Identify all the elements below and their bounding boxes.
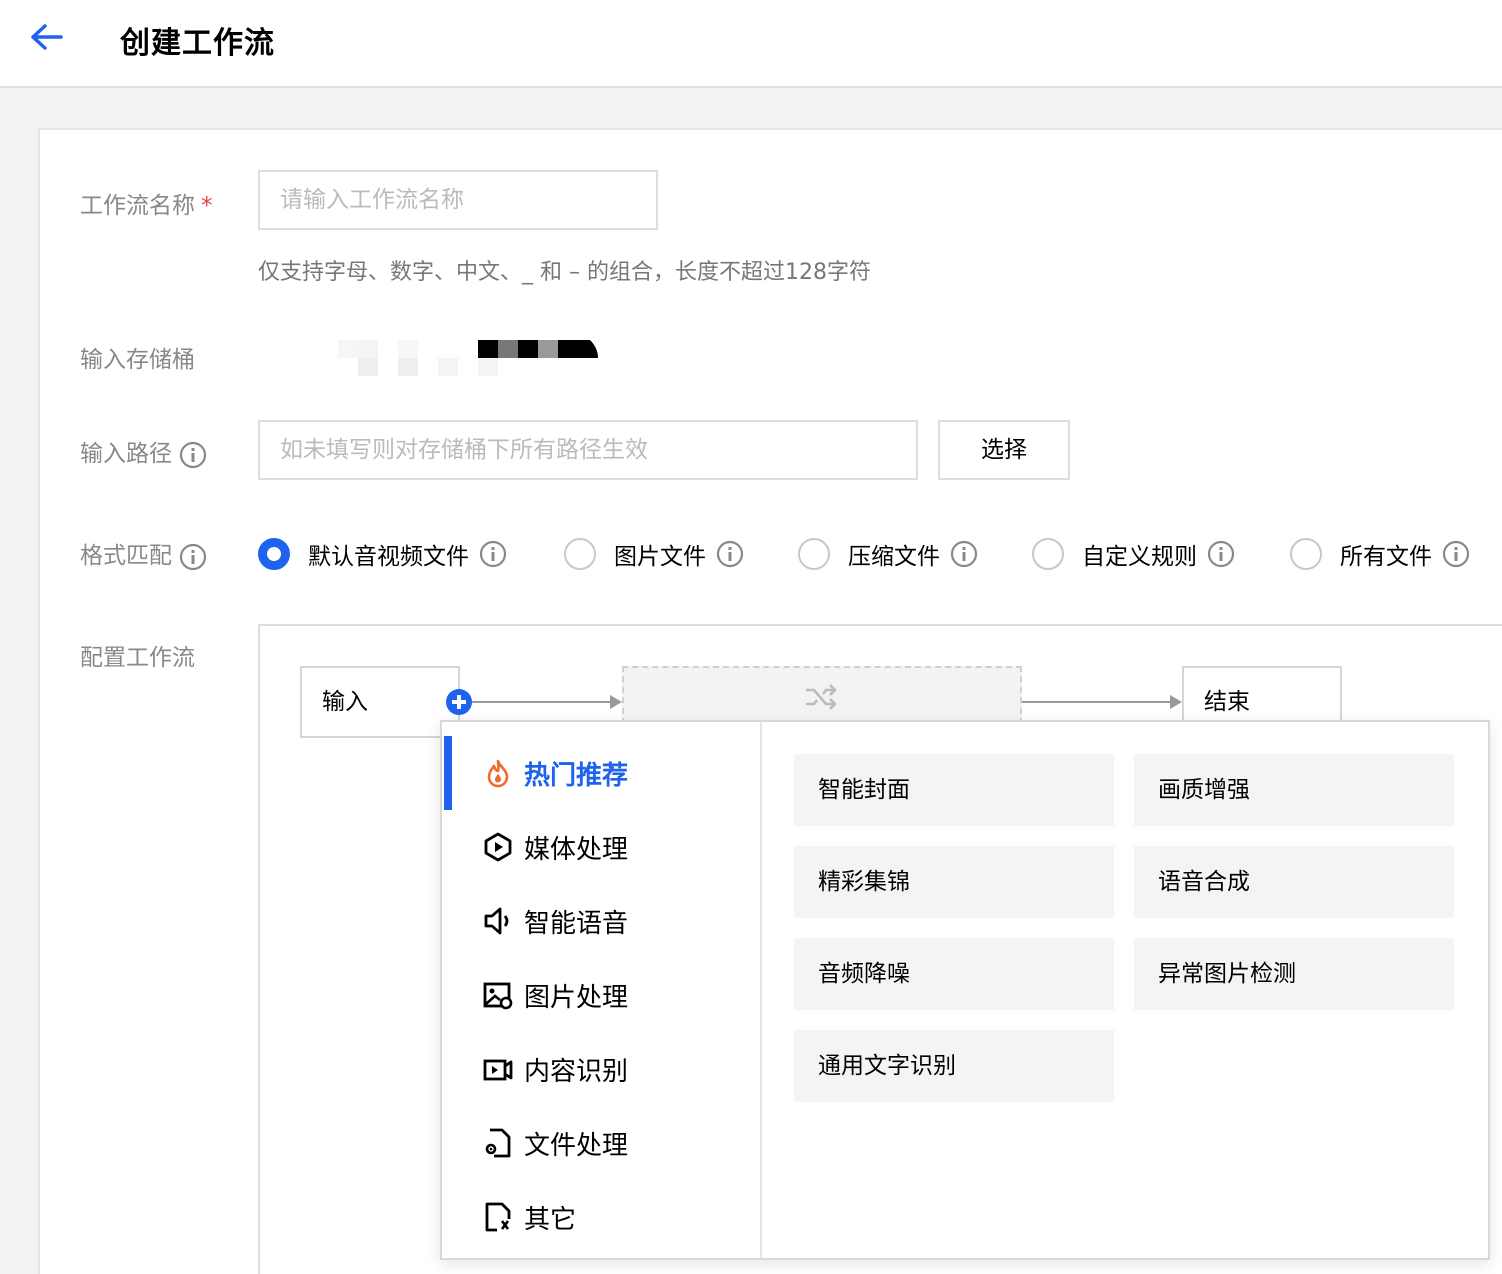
workflow-config-label: 配置工作流 xyxy=(80,645,195,671)
workflow-name-input[interactable]: 请输入工作流名称 xyxy=(258,170,658,230)
connector-line xyxy=(472,701,610,703)
select-path-button[interactable]: 选择 xyxy=(938,420,1070,480)
path-label: 输入路径 xyxy=(80,434,207,469)
back-arrow-icon[interactable] xyxy=(30,22,64,52)
category-label: 智能语音 xyxy=(524,908,629,939)
arrow-head xyxy=(610,695,622,709)
video-icon xyxy=(483,1059,513,1081)
option-smart-cover[interactable]: 智能封面 xyxy=(794,754,1114,826)
speaker-icon xyxy=(484,907,509,935)
info-icon[interactable] xyxy=(716,540,744,568)
input-node[interactable]: 输入 xyxy=(300,666,460,738)
category-other[interactable]: 其它 xyxy=(442,1180,760,1254)
radio-custom-rule[interactable]: 自定义规则 xyxy=(1032,534,1235,574)
fire-icon xyxy=(487,759,509,788)
radio-label: 压缩文件 xyxy=(848,544,940,570)
bucket-name-redacted xyxy=(338,340,598,376)
top-bar: 创建工作流 xyxy=(0,0,1502,88)
required-mark: * xyxy=(201,193,213,219)
node-picker-dropdown: 热门推荐 媒体处理 智能语音 图片处理 内容识别 文件处理 其它 智能封面 画质… xyxy=(440,720,1490,1260)
radio-label: 图片文件 xyxy=(614,544,706,570)
media-icon xyxy=(484,832,512,862)
info-icon[interactable] xyxy=(179,441,207,469)
bucket-label: 输入存储桶 xyxy=(80,347,195,373)
format-label: 格式匹配 xyxy=(80,536,207,571)
info-icon[interactable] xyxy=(179,543,207,571)
add-node-plus-icon[interactable] xyxy=(446,689,472,715)
radio-label: 默认音视频文件 xyxy=(308,544,469,570)
radio-archive[interactable]: 压缩文件 xyxy=(798,534,978,574)
workflow-name-hint: 仅支持字母、数字、中文、_ 和 – 的组合，长度不超过128字符 xyxy=(258,260,871,285)
category-label: 内容识别 xyxy=(524,1056,629,1087)
category-label: 图片处理 xyxy=(524,982,629,1013)
category-list: 热门推荐 媒体处理 智能语音 图片处理 内容识别 文件处理 其它 xyxy=(442,722,762,1258)
radio-label: 自定义规则 xyxy=(1082,544,1197,570)
info-icon[interactable] xyxy=(479,540,507,568)
option-quality-enhance[interactable]: 画质增强 xyxy=(1134,754,1454,826)
doc-icon xyxy=(485,1202,511,1232)
category-media[interactable]: 媒体处理 xyxy=(442,810,760,884)
file-gear-icon xyxy=(485,1128,511,1158)
info-icon[interactable] xyxy=(1207,540,1235,568)
category-image[interactable]: 图片处理 xyxy=(442,958,760,1032)
image-icon xyxy=(483,982,513,1010)
option-audio-denoise[interactable]: 音频降噪 xyxy=(794,938,1114,1010)
info-icon[interactable] xyxy=(1442,540,1470,568)
option-tts[interactable]: 语音合成 xyxy=(1134,846,1454,918)
empty-node-slot[interactable] xyxy=(622,666,1022,724)
category-label: 媒体处理 xyxy=(524,834,629,865)
info-icon[interactable] xyxy=(950,540,978,568)
category-label: 文件处理 xyxy=(524,1130,629,1161)
radio-all-files[interactable]: 所有文件 xyxy=(1290,534,1470,574)
format-label-text: 格式匹配 xyxy=(80,543,172,569)
radio-circle[interactable] xyxy=(564,538,596,570)
category-recognition[interactable]: 内容识别 xyxy=(442,1032,760,1106)
radio-circle[interactable] xyxy=(258,538,290,570)
option-ocr[interactable]: 通用文字识别 xyxy=(794,1030,1114,1102)
workflow-name-label-text: 工作流名称 xyxy=(80,193,195,219)
workflow-name-label: 工作流名称 * xyxy=(80,186,213,220)
path-input[interactable]: 如未填写则对存储桶下所有路径生效 xyxy=(258,420,918,480)
radio-image[interactable]: 图片文件 xyxy=(564,534,744,574)
radio-circle[interactable] xyxy=(1032,538,1064,570)
category-voice[interactable]: 智能语音 xyxy=(442,884,760,958)
category-label: 其它 xyxy=(524,1204,577,1235)
connector-line xyxy=(1022,701,1170,703)
category-hot[interactable]: 热门推荐 xyxy=(442,736,760,810)
radio-default-av[interactable]: 默认音视频文件 xyxy=(258,534,507,574)
arrow-head xyxy=(1170,695,1182,709)
path-label-text: 输入路径 xyxy=(80,441,172,467)
option-abnormal-image[interactable]: 异常图片检测 xyxy=(1134,938,1454,1010)
radio-circle[interactable] xyxy=(1290,538,1322,570)
category-label: 热门推荐 xyxy=(524,760,629,791)
page-title: 创建工作流 xyxy=(120,26,275,61)
radio-label: 所有文件 xyxy=(1340,544,1432,570)
shuffle-icon xyxy=(806,684,837,710)
radio-circle[interactable] xyxy=(798,538,830,570)
category-file[interactable]: 文件处理 xyxy=(442,1106,760,1180)
option-highlights[interactable]: 精彩集锦 xyxy=(794,846,1114,918)
